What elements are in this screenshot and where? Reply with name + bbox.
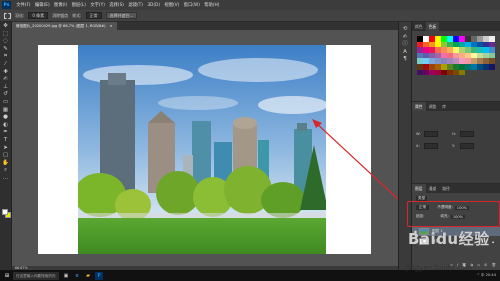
select-and-mask-button[interactable]: 选择并遮住... xyxy=(105,12,138,19)
layers-highlight-box xyxy=(407,201,500,227)
history-brush-icon[interactable]: ↺ xyxy=(2,91,10,98)
info-panel-icon[interactable]: ⓘ xyxy=(401,41,409,48)
move-tool-icon[interactable]: ✥ xyxy=(2,23,10,30)
color-swatch[interactable] xyxy=(489,63,495,70)
tab-channels[interactable]: 通道 xyxy=(426,184,440,193)
city-park-photo xyxy=(78,45,326,254)
pen-tool-icon[interactable]: ✒ xyxy=(2,129,10,136)
menu-file[interactable]: 文件(F) xyxy=(14,2,33,8)
w-field[interactable] xyxy=(424,131,438,137)
menu-edit[interactable]: 编辑(E) xyxy=(33,2,52,8)
clone-stamp-icon[interactable]: ⊥ xyxy=(2,84,10,91)
brush-tool-icon[interactable]: ✍ xyxy=(2,76,10,83)
h-label: H: xyxy=(452,132,456,136)
tab-libraries[interactable]: 库 xyxy=(439,102,449,111)
menu-view[interactable]: 视图(V) xyxy=(162,2,181,8)
menu-select[interactable]: 选择(S) xyxy=(107,2,126,8)
hand-tool-icon[interactable]: ✋ xyxy=(2,160,10,167)
baidu-watermark: Baidu经验 jingyan.baidu.com xyxy=(380,226,498,276)
taskbar-search-input[interactable]: 在这里输入你要搜索的内容 xyxy=(13,271,59,280)
eraser-tool-icon[interactable]: ▭ xyxy=(2,99,10,106)
photoshop-window: Ps 文件(F) 编辑(E) 图像(I) 图层(L) 文字(Y) 选择(S) 滤… xyxy=(0,0,500,281)
quick-select-icon[interactable]: ✎ xyxy=(2,46,10,53)
swatches-grid xyxy=(417,36,495,76)
gradient-tool-icon[interactable]: ▦ xyxy=(2,107,10,114)
tab-swatches[interactable]: 色板 xyxy=(425,22,440,31)
windows-start-icon[interactable]: ⊞ xyxy=(3,272,11,280)
feather-label: 羽化: xyxy=(15,12,25,18)
marquee-tool-icon[interactable] xyxy=(4,12,11,19)
menu-window[interactable]: 窗口(W) xyxy=(181,2,202,8)
menu-bar: Ps 文件(F) 编辑(E) 图像(I) 图层(L) 文字(Y) 选择(S) 滤… xyxy=(0,0,500,10)
x-field[interactable] xyxy=(424,143,438,149)
feather-input[interactable]: 0 像素 xyxy=(28,12,49,19)
swatches-panel-tabs: 颜色 色板 xyxy=(412,22,500,31)
more-tools-icon[interactable]: … xyxy=(2,175,10,182)
lasso-tool-icon[interactable]: ◌ xyxy=(2,38,10,45)
menu-help[interactable]: 帮助(H) xyxy=(202,2,222,8)
crop-tool-icon[interactable]: ⌗ xyxy=(2,53,10,60)
x-label: X: xyxy=(416,144,420,148)
menu-layer[interactable]: 图层(L) xyxy=(69,2,88,8)
color-swatch[interactable] xyxy=(459,69,465,76)
style-label: 样式: xyxy=(72,12,82,18)
ps-logo: Ps xyxy=(2,1,11,9)
close-icon[interactable]: × xyxy=(110,22,113,30)
tab-properties[interactable]: 属性 xyxy=(412,102,426,111)
menu-3d[interactable]: 3D(D) xyxy=(145,3,162,8)
explorer-icon[interactable]: ▰ xyxy=(84,272,92,280)
foreground-color-swatch[interactable] xyxy=(2,209,8,215)
character-panel-icon[interactable]: A xyxy=(401,49,409,56)
y-label: Y: xyxy=(452,144,455,148)
w-label: W: xyxy=(416,132,421,136)
layers-tabs: 图层 通道 路径 xyxy=(412,184,500,193)
path-select-icon[interactable]: ➤ xyxy=(2,145,10,152)
document-tab[interactable]: 微信图片_20200429.jpg @ 66.7% (图层 1, RGB/8#)… xyxy=(12,22,117,30)
y-field[interactable] xyxy=(460,143,474,149)
menu-type[interactable]: 文字(Y) xyxy=(88,2,107,8)
blur-tool-icon[interactable]: ● xyxy=(2,114,10,121)
properties-panel: 属性 调整 库 W: H: X: Y: xyxy=(412,101,500,183)
task-view-icon[interactable]: ▣ xyxy=(62,272,70,280)
history-panel-icon[interactable]: ⟲ xyxy=(401,26,409,33)
browser-icon[interactable]: e xyxy=(73,272,81,280)
eyedropper-icon[interactable]: ⁄ xyxy=(2,61,10,68)
watermark-url: jingyan.baidu.com xyxy=(405,263,473,272)
type-tool-icon[interactable]: T xyxy=(2,137,10,144)
watermark-brand: Baidu经验 xyxy=(408,230,490,248)
properties-tabs: 属性 调整 库 xyxy=(412,102,500,111)
menu-image[interactable]: 图像(I) xyxy=(52,2,70,8)
marquee-tool-icon[interactable]: ⬚ xyxy=(2,31,10,38)
healing-brush-icon[interactable]: ✚ xyxy=(2,69,10,76)
antialias-checkbox[interactable]: 消除锯齿 xyxy=(52,13,68,19)
document-tab-bar: 微信图片_20200429.jpg @ 66.7% (图层 1, RGB/8#)… xyxy=(12,22,398,30)
tab-adjustments[interactable]: 调整 xyxy=(426,102,440,111)
tab-paths[interactable]: 路径 xyxy=(439,184,453,193)
options-bar: 羽化: 0 像素 消除锯齿 样式: 正常 选择并遮住... xyxy=(0,10,500,22)
tools-panel: ✥ ⬚ ◌ ✎ ⌗ ⁄ ✚ ✍ ⊥ ↺ ▭ ▦ ● ◐ ✒ T ➤ ▢ ✋ ⌕ … xyxy=(0,22,12,270)
h-field[interactable] xyxy=(460,131,474,137)
document-title: 微信图片_20200429.jpg @ 66.7% (图层 1, RGB/8#) xyxy=(16,24,106,28)
photoshop-taskbar-icon[interactable]: P xyxy=(95,271,103,280)
style-select[interactable]: 正常 xyxy=(85,12,102,19)
zoom-tool-icon[interactable]: ⌕ xyxy=(2,167,10,174)
brush-panel-icon[interactable]: ✍ xyxy=(401,34,409,41)
tab-color[interactable]: 颜色 xyxy=(412,22,426,31)
tab-layers[interactable]: 图层 xyxy=(412,184,426,193)
menu-filter[interactable]: 滤镜(T) xyxy=(126,2,145,8)
dodge-tool-icon[interactable]: ◐ xyxy=(2,122,10,129)
shape-tool-icon[interactable]: ▢ xyxy=(2,152,10,159)
paragraph-panel-icon[interactable]: ¶ xyxy=(401,56,409,63)
